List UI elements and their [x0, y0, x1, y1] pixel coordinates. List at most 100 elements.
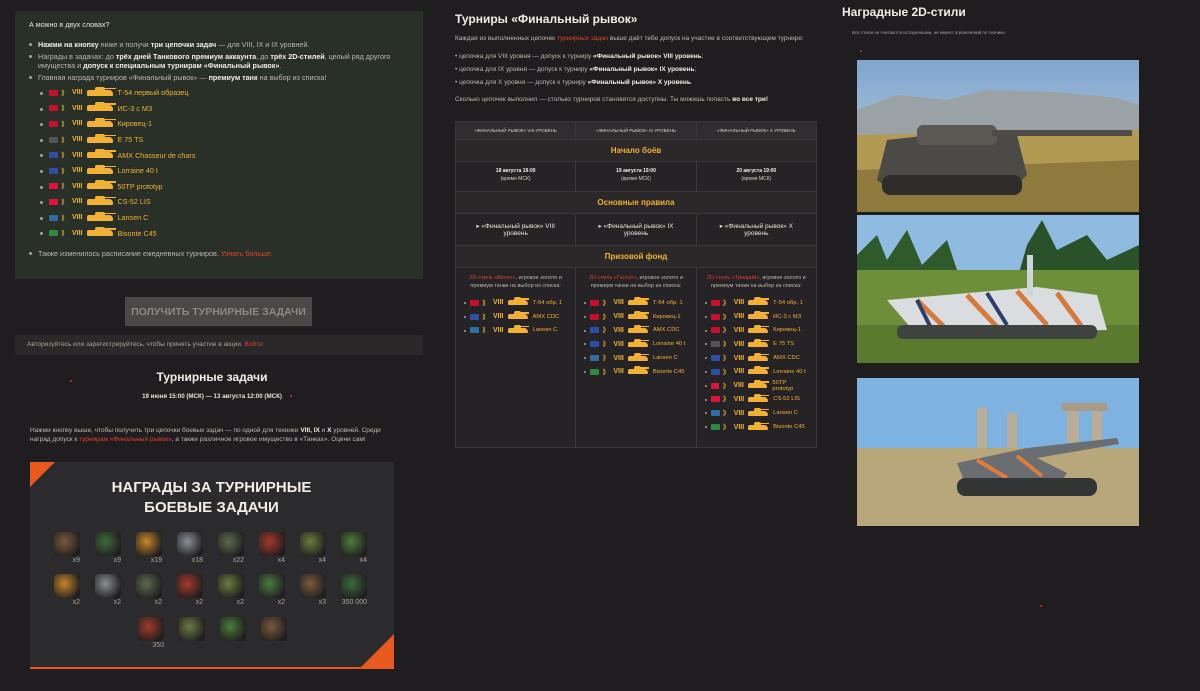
learn-more-link[interactable]: Узнать больше.: [221, 249, 273, 258]
tournaments-intro: Каждая из выполненных цепочек турнирных …: [455, 34, 817, 43]
flag-icon: [590, 313, 600, 320]
bullet-text: трёх 2D-стилей: [270, 52, 325, 61]
tournaments-link[interactable]: турнирам «Финальный рывок»: [79, 436, 172, 443]
tank-name: Bisonte C45: [652, 368, 685, 375]
reward-card: НАГРАДЫ ЗА ТУРНИРНЫЕ БОЕВЫЕ ЗАДАЧИ x9 x9 x…: [30, 462, 394, 669]
tank-name: 50TP prototyp: [772, 379, 794, 392]
prize-tank-list: ⟫ VIII Т-54 обр. 1 ⟫ VIII ИС-3 с МЗ ⟫ VIII Киров…: [704, 296, 808, 434]
rank-icon: ⟫: [482, 327, 486, 335]
tank-name: AMX CDC: [532, 313, 560, 320]
spark: [1040, 605, 1042, 607]
tank-tier: VIII: [72, 198, 83, 206]
prize-cell: 2D-стиль «Триарий», игровое золото и пре…: [697, 268, 816, 447]
rank-icon: ⟫: [722, 396, 727, 404]
tank-tier: VIII: [733, 409, 745, 417]
flag-icon: [49, 136, 58, 143]
rank-icon: ⟫: [722, 355, 727, 363]
reward-count: x22: [232, 557, 244, 564]
date: 20 августа 19:00: [736, 168, 777, 174]
repair-kit-icon: [177, 532, 203, 556]
rules-link[interactable]: ▸ «Финальный рывок» IX уровень: [576, 214, 697, 245]
flag-icon: [710, 327, 720, 334]
tank-tier: VIII: [493, 313, 504, 321]
rank-icon: ⟫: [722, 341, 727, 349]
bullet-text: трёх дней Танкового премиум аккаунта: [115, 52, 257, 61]
rank-icon: ⟫: [722, 327, 727, 335]
reward-title: НАГРАДЫ ЗА ТУРНИРНЫЕ БОЕВЫЕ ЗАДАЧИ: [30, 478, 393, 518]
list-punct: .: [690, 79, 693, 86]
tank-name: Т-54 обр. 1: [652, 299, 683, 306]
tank-tier: VIII: [733, 368, 745, 376]
bottom-accent: [30, 667, 370, 669]
tank-icon: [748, 393, 770, 402]
tank-tier: VIII: [72, 214, 83, 222]
tank-tier: VIII: [493, 326, 504, 334]
tank-name: Bisonte C45: [117, 228, 157, 238]
tank-icon: [86, 180, 116, 190]
tank-name: Кировец-1: [652, 313, 681, 320]
outro-bold: во все три!: [732, 96, 769, 103]
bullet-text: премиум танк: [208, 73, 258, 82]
timezone: (время МСК): [500, 176, 531, 182]
outro-text: Сколько цепочек выполнил — столько турни…: [455, 96, 731, 103]
tank-name: AMX CDC: [773, 355, 800, 362]
style-name: «Гастат»: [613, 275, 637, 281]
flag-icon: [710, 355, 720, 362]
flag-icon: [710, 424, 720, 431]
tank-name: Кировец-1: [773, 327, 801, 334]
tank-item: ⟫ VIII E 75 TS: [704, 337, 808, 351]
bullet-text: Нажми на кнопку: [38, 40, 99, 49]
tank-name: Lorraine 40 t: [117, 166, 158, 176]
section-prize: Призовой фонд: [456, 245, 816, 267]
tank-emblem-icon: [54, 574, 80, 598]
rank-icon: ⟫: [61, 89, 65, 97]
tank-tier: VIII: [72, 151, 83, 159]
tank-item: ⟫ VIII Lorraine 40 t: [704, 365, 808, 379]
flag-icon: [710, 382, 720, 389]
prize-text: 2D-стиль: [589, 275, 613, 281]
tank-booster-icon: [259, 532, 285, 556]
list-text: цепочка для IX уровня — допуск к турниру: [459, 66, 590, 73]
tank-icon: [86, 211, 116, 221]
flag-icon: [470, 327, 479, 334]
tank-name: Т-54 первый образец: [117, 88, 189, 98]
bullet-text: допуск к специальным турнирам «Финальный…: [83, 61, 280, 70]
flag-icon: [49, 167, 58, 174]
rules-link[interactable]: ▸ «Финальный рывок» VIII уровень: [456, 214, 577, 245]
rank-icon: ⟫: [722, 299, 727, 307]
timezone: (время МСК): [741, 176, 772, 182]
tank-name: Lansen C: [652, 355, 678, 362]
get-tasks-button[interactable]: ПОЛУЧИТЬ ТУРНИРНЫЕ ЗАДАЧИ: [125, 297, 312, 326]
reward-count: x4: [318, 557, 326, 564]
tank-item: ⟫ VIII Lansen C: [464, 324, 567, 338]
tank-item: ⟫ VIII Lorraine 40 t: [29, 163, 409, 179]
tank-name: E 75 TS: [773, 341, 795, 348]
rules-link[interactable]: ▸ «Финальный рывок» X уровень: [697, 214, 816, 245]
tank-tier: VIII: [733, 423, 745, 431]
tank-icon: [748, 421, 770, 430]
tank-tier: VIII: [72, 182, 83, 190]
reward-count: 350: [152, 642, 164, 649]
tournaments-title: Турниры «Финальный рывок»: [455, 12, 638, 26]
tank-image: [857, 378, 1139, 526]
rules-text: «Финальный рывок» X уровень: [724, 223, 793, 237]
tank-item: ⟫ VIII AMX CDC: [464, 310, 567, 324]
tank-icon: [748, 338, 770, 347]
prize-desc: 2D-стиль «Гастат», игровое золото и прем…: [584, 274, 687, 290]
tank-item: ⟫ VIII Lansen C: [29, 210, 409, 226]
section-rules: Основные правила: [456, 191, 816, 213]
prize-cell: 2D-стиль «Гастат», игровое золото и прем…: [576, 268, 697, 447]
prize-cell: 2D-стиль «Велет», игровое золото и преми…: [456, 268, 577, 447]
intro-text: выше даёт тебе допуск на участие в соотв…: [609, 35, 804, 42]
star-emblem-icon: [95, 532, 121, 556]
tank-icon: [627, 311, 649, 320]
date: 18 августа 19:00: [495, 168, 536, 174]
desc-text: Нажми кнопку выше, чтобы получить три це…: [30, 427, 299, 434]
tank-icon: [748, 407, 770, 416]
date-cell: 20 августа 19:00 (время МСК): [697, 162, 816, 191]
flag-icon: [49, 198, 58, 205]
tasks-link[interactable]: турнирных задач: [557, 35, 608, 42]
tank-item: ⟫ VIII ИС-3 с МЗ: [704, 310, 808, 324]
login-link[interactable]: Войти: [245, 341, 263, 348]
tank-icon: [748, 297, 770, 306]
